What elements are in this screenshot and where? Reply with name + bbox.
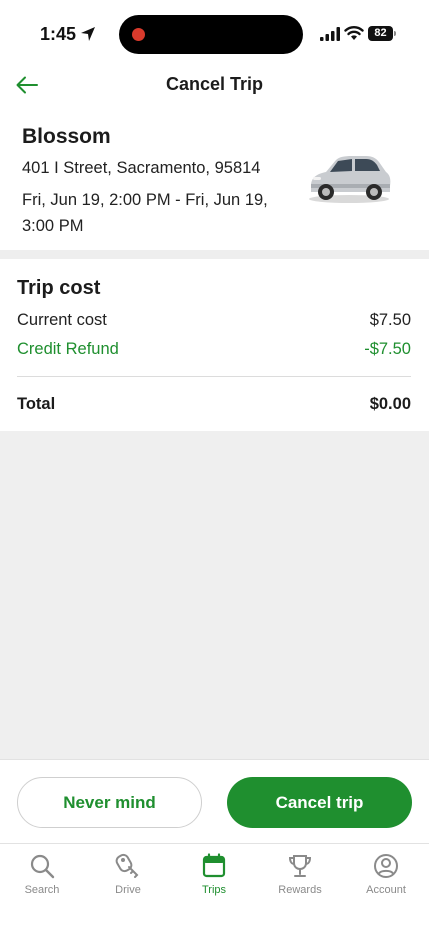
tab-account-label: Account [366,884,406,896]
wifi-icon [344,26,364,40]
status-time: 1:45 [40,24,77,44]
current-cost-value: $7.50 [369,311,411,329]
trip-cost-title: Trip cost [17,277,101,299]
cancel-trip-button[interactable]: Cancel trip [227,777,412,828]
key-icon [115,853,139,878]
car-image [309,156,391,203]
battery-level: 82 [368,26,393,41]
tab-trips[interactable]: Trips [179,852,249,896]
total-value: $0.00 [369,395,411,413]
tab-bar: Search Drive Trips Rewards Account [0,843,429,933]
battery-icon: 82 [368,26,396,41]
tab-drive-label: Drive [115,884,141,896]
vehicle-name: Blossom [22,125,111,148]
cost-divider [17,376,411,377]
total-row: Total $0.00 [17,395,411,414]
tab-rewards-label: Rewards [278,884,322,896]
calendar-icon [202,853,226,878]
total-label: Total [17,395,56,413]
tab-search-label: Search [24,884,60,896]
tab-account[interactable]: Account [351,852,421,896]
section-divider [0,250,429,259]
tab-trips-label: Trips [201,884,227,896]
vehicle-info: Blossom 401 I Street, Sacramento, 95814 … [0,108,429,250]
header: Cancel Trip [0,62,429,108]
trip-cost-section: Trip cost Current cost $7.50 Credit Refu… [0,259,429,431]
tab-rewards[interactable]: Rewards [265,852,335,896]
current-cost-label: Current cost [17,311,107,329]
credit-refund-row: Credit Refund -$7.50 [17,340,411,359]
tab-search[interactable]: Search [7,852,77,896]
cellular-signal-icon [320,27,340,41]
account-icon [374,854,398,878]
recording-indicator-icon [132,28,145,41]
search-icon [30,854,55,879]
vehicle-address: 401 I Street, Sacramento, 95814 [22,159,261,177]
dynamic-island [119,15,303,54]
status-bar: 1:45 82 [0,0,429,62]
trophy-icon [288,855,312,877]
never-mind-button[interactable]: Never mind [17,777,202,828]
location-arrow-icon [81,27,95,41]
credit-refund-value: -$7.50 [364,340,411,358]
current-cost-row: Current cost $7.50 [17,311,411,330]
page-title: Cancel Trip [165,74,264,94]
credit-refund-label: Credit Refund [17,340,119,358]
trip-time-range: Fri, Jun 19, 2:00 PM - Fri, Jun 19, 3:00… [22,191,268,235]
action-bar: Never mind Cancel trip [0,759,429,843]
empty-area [0,431,429,759]
tab-drive[interactable]: Drive [93,852,163,896]
